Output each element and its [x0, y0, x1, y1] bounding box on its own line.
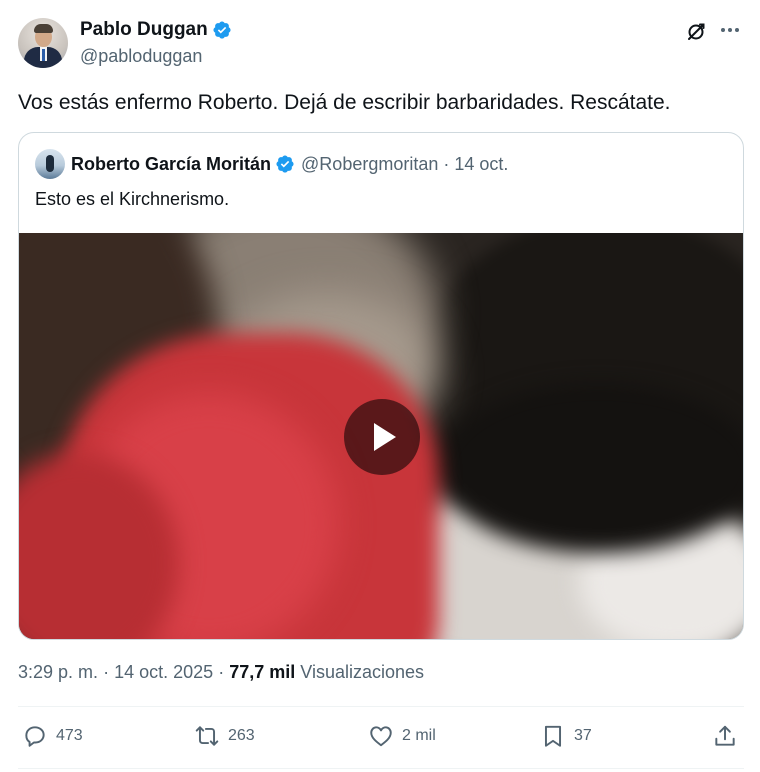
reply-button[interactable]: 473	[22, 716, 83, 756]
quoted-separator: ·	[443, 153, 450, 174]
play-button[interactable]	[344, 399, 420, 475]
divider	[18, 706, 744, 707]
tweet-meta: 3:29 p. m. · 14 oct. 2025 · 77,7 mil Vis…	[18, 662, 424, 683]
author-display-name[interactable]: Pablo Duggan	[80, 19, 208, 41]
views-label: Visualizaciones	[300, 662, 425, 682]
video-player[interactable]	[19, 233, 743, 639]
grok-icon[interactable]	[684, 20, 708, 44]
author-handle[interactable]: @pabloduggan	[80, 46, 202, 67]
share-icon	[715, 725, 735, 746]
like-icon	[370, 726, 392, 747]
tweet-header: Pablo Duggan @pabloduggan	[18, 16, 742, 72]
reply-count: 473	[56, 727, 83, 744]
more-icon[interactable]	[718, 18, 742, 42]
repost-button[interactable]: 263	[194, 716, 255, 756]
repost-count: 263	[228, 727, 255, 744]
meta-separator: ·	[103, 662, 110, 682]
tweet-date[interactable]: 14 oct. 2025	[114, 662, 213, 682]
action-bar: 473 263 2 mil 37	[18, 716, 744, 756]
quoted-tweet[interactable]: Roberto García Moritán @Robergmoritan · …	[18, 132, 744, 640]
share-button[interactable]	[712, 716, 738, 756]
bookmark-count: 37	[574, 727, 592, 744]
quoted-display-name: Roberto García Moritán	[71, 153, 272, 174]
bookmark-button[interactable]: 37	[540, 716, 592, 756]
quoted-avatar	[35, 149, 65, 179]
repost-icon	[195, 726, 219, 746]
reply-icon	[25, 726, 45, 747]
meta-separator: ·	[218, 662, 225, 682]
divider	[18, 768, 744, 769]
play-icon	[374, 423, 396, 451]
quoted-header: Roberto García Moritán @Robergmoritan · …	[35, 149, 509, 179]
like-button[interactable]: 2 mil	[368, 716, 436, 756]
quoted-text: Esto es el Kirchnerismo.	[35, 189, 230, 209]
views-count: 77,7 mil	[229, 662, 296, 682]
author-name-row: Pablo Duggan	[80, 18, 232, 42]
verified-badge-icon	[213, 21, 231, 39]
quoted-handle: @Robergmoritan	[301, 153, 439, 174]
verified-badge-icon	[276, 155, 294, 173]
tweet-time[interactable]: 3:29 p. m.	[18, 662, 98, 682]
bookmark-icon	[544, 725, 562, 747]
quoted-date: 14 oct.	[454, 153, 509, 174]
avatar[interactable]	[18, 18, 68, 68]
tweet-text: Vos estás enfermo Roberto. Dejá de escri…	[18, 91, 671, 114]
like-count: 2 mil	[402, 727, 436, 744]
